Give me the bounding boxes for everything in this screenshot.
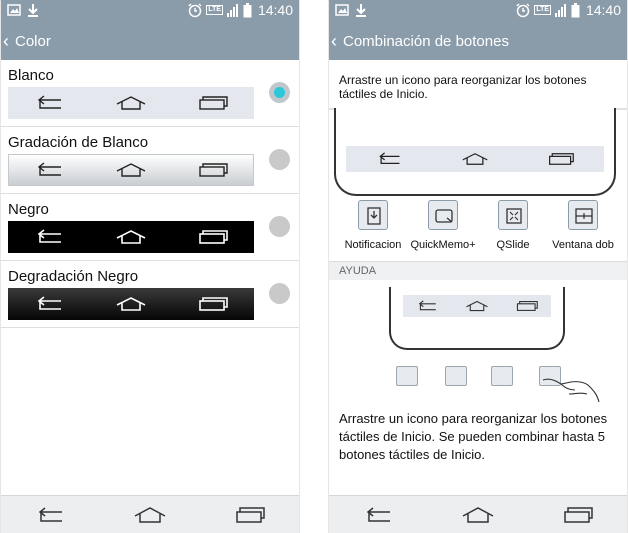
help-header-label: AYUDA (339, 265, 377, 277)
clock: 14:40 (257, 2, 293, 18)
color-option-gradacion-blanco[interactable]: Gradación de Blanco (1, 127, 299, 194)
choice-qslide[interactable]: QSlide (477, 200, 549, 251)
signal-icon (554, 4, 566, 17)
navbar-preview-gradient-black (8, 288, 254, 320)
back-icon (37, 296, 61, 310)
option-label: Gradación de Blanco (8, 134, 149, 151)
radio-gradacion-blanco[interactable] (269, 149, 290, 170)
radio-negro[interactable] (269, 216, 290, 237)
recent-apps-icon (199, 230, 229, 244)
lte-label: LTE (534, 5, 551, 15)
option-label: Blanco (8, 67, 54, 84)
choice-label: QSlide (496, 239, 530, 251)
preview-navbar[interactable] (346, 146, 604, 172)
option-label: Negro (8, 201, 49, 218)
choice-label: QuickMemo+ (410, 239, 476, 251)
recent-apps-icon (199, 297, 229, 311)
download-notification-icon (28, 4, 38, 17)
radio-degradacion-negro[interactable] (269, 283, 290, 304)
battery-icon (571, 2, 580, 17)
alarm-icon (188, 3, 202, 18)
back-icon (37, 229, 61, 243)
home-icon[interactable] (460, 152, 490, 166)
home-icon (116, 163, 146, 177)
back-icon[interactable] (375, 152, 403, 166)
gallery-notification-icon (7, 4, 21, 16)
button-combination-screen: LTE 14:40 ‹ Combinación de botones Arras… (328, 0, 628, 533)
phone-preview (334, 108, 616, 196)
home-icon (116, 96, 146, 110)
option-label: Degradación Negro (8, 268, 139, 285)
back-chevron-icon[interactable]: ‹ (3, 31, 13, 52)
qslide-icon (498, 200, 528, 230)
navbar-preview-black (8, 221, 254, 253)
navbar-preview-white (8, 87, 254, 119)
recent-apps-icon (516, 301, 538, 311)
help-description: Arrastre un icono para reorganizar los b… (339, 411, 608, 462)
status-bar: LTE 14:40 (329, 0, 627, 22)
instruction-text: Arrastre un icono para reorganizar los b… (339, 73, 587, 101)
system-navigation-bar (329, 495, 627, 533)
status-bar: LTE 14:40 (1, 0, 299, 22)
page-title[interactable]: Combinación de botones (343, 33, 509, 50)
lte-label: LTE (206, 5, 223, 15)
alarm-icon (516, 3, 530, 18)
home-icon (116, 230, 146, 244)
download-notification-icon (356, 4, 366, 17)
back-icon (419, 300, 437, 311)
recent-apps-icon[interactable] (563, 506, 593, 524)
page-title[interactable]: Color (15, 33, 51, 50)
action-bar: ‹ Combinación de botones (329, 22, 627, 60)
home-icon (466, 300, 488, 312)
back-icon[interactable] (363, 506, 393, 524)
help-illustration-phone (389, 287, 565, 350)
choice-quickmemo[interactable]: QuickMemo+ (407, 200, 479, 251)
choice-label: Ventana dob (552, 239, 614, 251)
available-buttons: Notificacion QuickMemo+ QSlide Ventana d… (329, 200, 627, 252)
qslide-icon (491, 366, 513, 386)
choice-label: Notificacion (344, 239, 402, 251)
color-options-list: Blanco Gradación de Blanco Negro Degrada… (1, 60, 299, 328)
color-option-negro[interactable]: Negro (1, 194, 299, 261)
navbar-preview-gradient-white (8, 154, 254, 186)
notification-icon (358, 200, 388, 230)
color-option-degradacion-negro[interactable]: Degradación Negro (1, 261, 299, 328)
drag-hand-icon (542, 378, 600, 403)
back-icon (38, 162, 62, 176)
choice-notification[interactable]: Notificacion (337, 200, 409, 251)
clock: 14:40 (585, 2, 621, 18)
action-bar: ‹ Color (1, 22, 299, 60)
signal-icon (226, 4, 238, 17)
back-icon (37, 95, 61, 109)
recent-apps-icon[interactable] (235, 506, 265, 524)
gallery-notification-icon (335, 4, 349, 16)
radio-blanco[interactable] (269, 82, 290, 103)
quickmemo-icon (428, 200, 458, 230)
battery-icon (243, 2, 252, 17)
notification-icon (396, 366, 418, 386)
recent-apps-icon[interactable] (547, 152, 575, 166)
recent-apps-icon (198, 163, 228, 177)
choice-dual-window[interactable]: Ventana dob (547, 200, 619, 251)
color-settings-screen: LTE 14:40 ‹ Color Blanco Gradación de Bl… (0, 0, 300, 533)
home-icon (116, 297, 146, 311)
illustration-icons (393, 366, 563, 388)
back-icon[interactable] (35, 506, 65, 524)
home-icon[interactable] (461, 506, 495, 524)
back-chevron-icon[interactable]: ‹ (331, 31, 341, 52)
help-section-header: AYUDA (329, 261, 627, 280)
system-navigation-bar (1, 495, 299, 533)
illustration-navbar (403, 295, 551, 317)
recent-apps-icon (199, 96, 229, 110)
dual-window-icon (568, 200, 598, 230)
color-option-blanco[interactable]: Blanco (1, 60, 299, 127)
home-icon[interactable] (133, 506, 167, 524)
quickmemo-icon (445, 366, 467, 386)
